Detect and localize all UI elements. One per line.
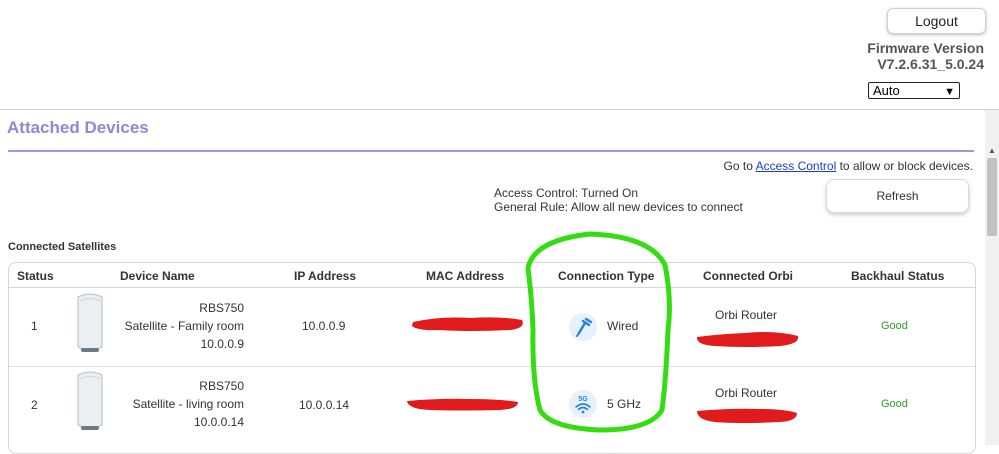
col-mac-address: MAC Address xyxy=(426,269,505,283)
row-divider xyxy=(9,366,975,367)
row-ip-address: 10.0.0.9 xyxy=(302,319,346,333)
row-connected-orbi: Orbi Router xyxy=(715,386,778,400)
access-control-link[interactable]: Access Control xyxy=(756,159,837,173)
general-rule: General Rule: Allow all new devices to c… xyxy=(494,200,743,214)
logout-button[interactable]: Logout xyxy=(887,8,986,34)
row-connected-orbi: Orbi Router xyxy=(715,308,778,322)
row-device-name: Satellite - Family room xyxy=(124,319,244,333)
col-connection-type: Connection Type xyxy=(558,269,655,283)
firmware-label: Firmware Version xyxy=(867,40,984,56)
satellites-table: Status Device Name IP Address MAC Addres… xyxy=(8,262,976,454)
row-device-name: Satellite - living room xyxy=(132,397,244,411)
row-ip-address: 10.0.0.14 xyxy=(299,398,350,412)
col-status: Status xyxy=(17,269,54,283)
chevron-down-icon: ▼ xyxy=(944,86,955,98)
scroll-up-arrow-icon[interactable]: ▲ xyxy=(988,146,996,155)
refresh-button[interactable]: Refresh xyxy=(826,179,969,213)
header-divider-line xyxy=(9,287,975,288)
access-control-status: Access Control: Turned On xyxy=(494,186,639,200)
access-control-prefix: Go to xyxy=(723,159,756,173)
access-control-suffix: to allow or block devices. xyxy=(836,159,973,173)
row-device-ip: 10.0.0.9 xyxy=(200,337,244,351)
page-title: Attached Devices xyxy=(7,118,149,137)
row-backhaul-status: Good xyxy=(881,320,908,332)
wifi-5g-icon: 5G xyxy=(569,390,597,418)
row-device-model: RBS750 xyxy=(199,379,244,393)
access-control-hint: Go to Access Control to allow or block d… xyxy=(724,159,973,173)
firmware-version: V7.2.6.31_5.0.24 xyxy=(877,56,984,72)
col-ip-address: IP Address xyxy=(294,269,357,283)
header-divider xyxy=(0,109,999,110)
scrollbar-thumb[interactable] xyxy=(987,158,997,236)
col-connected-orbi: Connected Orbi xyxy=(703,269,794,283)
language-selected-value: Auto xyxy=(873,83,900,98)
title-divider xyxy=(8,150,974,152)
row-status: 1 xyxy=(31,319,38,333)
row-device-model: RBS750 xyxy=(199,301,244,315)
satellite-device-image xyxy=(77,371,103,430)
col-backhaul-status: Backhaul Status xyxy=(851,269,945,283)
row-status: 2 xyxy=(31,398,38,412)
row-connection-type: 5 GHz xyxy=(607,397,642,411)
row-backhaul-status: Good xyxy=(881,398,908,410)
row-connection-type: Wired xyxy=(607,319,639,333)
access-control-status-block: Access Control: Turned On General Rule: … xyxy=(494,186,743,214)
satellite-device-image xyxy=(77,293,103,352)
connected-satellites-label: Connected Satellites xyxy=(8,241,117,253)
col-device-name: Device Name xyxy=(120,269,195,283)
row-device-ip: 10.0.0.14 xyxy=(193,415,244,429)
language-select[interactable]: Auto ▼ xyxy=(868,82,960,99)
wired-plug-icon xyxy=(569,313,597,341)
svg-text:5G: 5G xyxy=(578,396,588,403)
